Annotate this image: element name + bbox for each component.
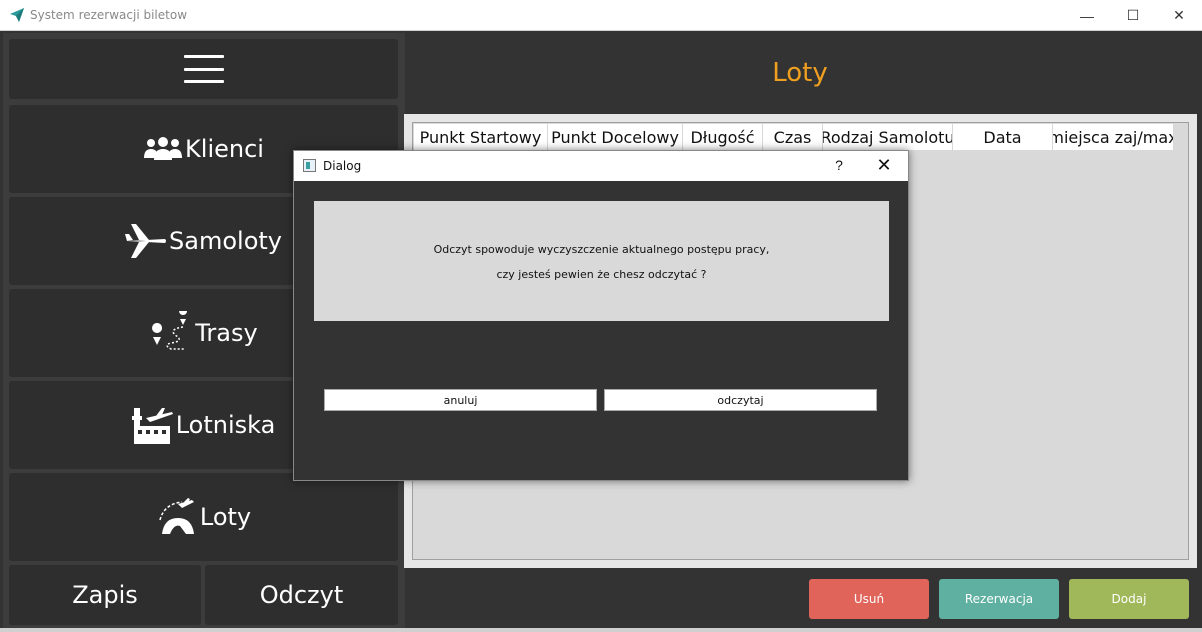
column-header[interactable]: Czas — [763, 124, 823, 150]
flight-icon — [159, 498, 194, 534]
paper-plane-icon — [10, 8, 24, 22]
airport-icon — [131, 408, 173, 444]
maximize-button[interactable]: ☐ — [1110, 0, 1156, 31]
dialog-message-line: czy jesteś pewien że chesz odczytać ? — [496, 268, 707, 281]
confirm-dialog: Dialog ? ✕ Odczyt spowoduje wyczyszczeni… — [293, 150, 909, 481]
hamburger-icon — [183, 55, 224, 83]
bottom-border — [0, 628, 1202, 632]
dialog-window-icon — [303, 159, 316, 172]
add-button[interactable]: Dodaj — [1069, 579, 1189, 619]
close-button[interactable]: ✕ — [1156, 0, 1202, 31]
load-button[interactable]: Odczyt — [205, 565, 398, 625]
window-title: System rezerwacji biletow — [30, 8, 188, 22]
window-titlebar: System rezerwacji biletow — ☐ ✕ — [0, 0, 1202, 31]
sidebar-item-loty[interactable]: Loty — [9, 473, 398, 561]
page-title: Loty — [772, 58, 828, 88]
column-header[interactable]: Data — [953, 124, 1053, 150]
sidebar-item-label: Trasy — [195, 319, 258, 347]
airplane-icon — [125, 224, 167, 258]
reserve-button[interactable]: Rezerwacja — [939, 579, 1059, 619]
help-button[interactable]: ? — [829, 157, 849, 173]
column-header[interactable]: miejsca zaj/max — [1053, 124, 1174, 150]
save-button[interactable]: Zapis — [9, 565, 201, 625]
menu-toggle-button[interactable] — [9, 39, 398, 99]
minimize-button[interactable]: — — [1064, 0, 1110, 31]
column-header[interactable]: Punkt Startowy — [414, 124, 548, 150]
delete-button[interactable]: Usuń — [809, 579, 929, 619]
column-header[interactable]: Rodzaj Samolotu — [823, 124, 953, 150]
confirm-load-button[interactable]: odczytaj — [604, 389, 877, 411]
dialog-title: Dialog — [323, 159, 362, 173]
dialog-titlebar: Dialog ? ✕ — [294, 151, 908, 181]
sidebar-item-label: Lotniska — [175, 411, 276, 439]
dialog-close-button[interactable]: ✕ — [872, 155, 896, 176]
dialog-message-line: Odczyt spowoduje wyczyszczenie aktualneg… — [433, 243, 770, 256]
sidebar-item-label: Klienci — [185, 135, 264, 163]
cancel-button[interactable]: anuluj — [324, 389, 597, 411]
users-icon — [144, 137, 183, 160]
table-header: Punkt Startowy Punkt Docelowy Długość Cz… — [414, 124, 1174, 150]
dialog-message-box: Odczyt spowoduje wyczyszczenie aktualneg… — [314, 201, 889, 321]
sidebar-item-label: Loty — [199, 503, 252, 531]
column-header[interactable]: Długość — [683, 124, 763, 150]
route-icon — [152, 311, 188, 350]
column-header[interactable]: Punkt Docelowy — [548, 124, 683, 150]
sidebar-item-label: Samoloty — [169, 227, 282, 255]
